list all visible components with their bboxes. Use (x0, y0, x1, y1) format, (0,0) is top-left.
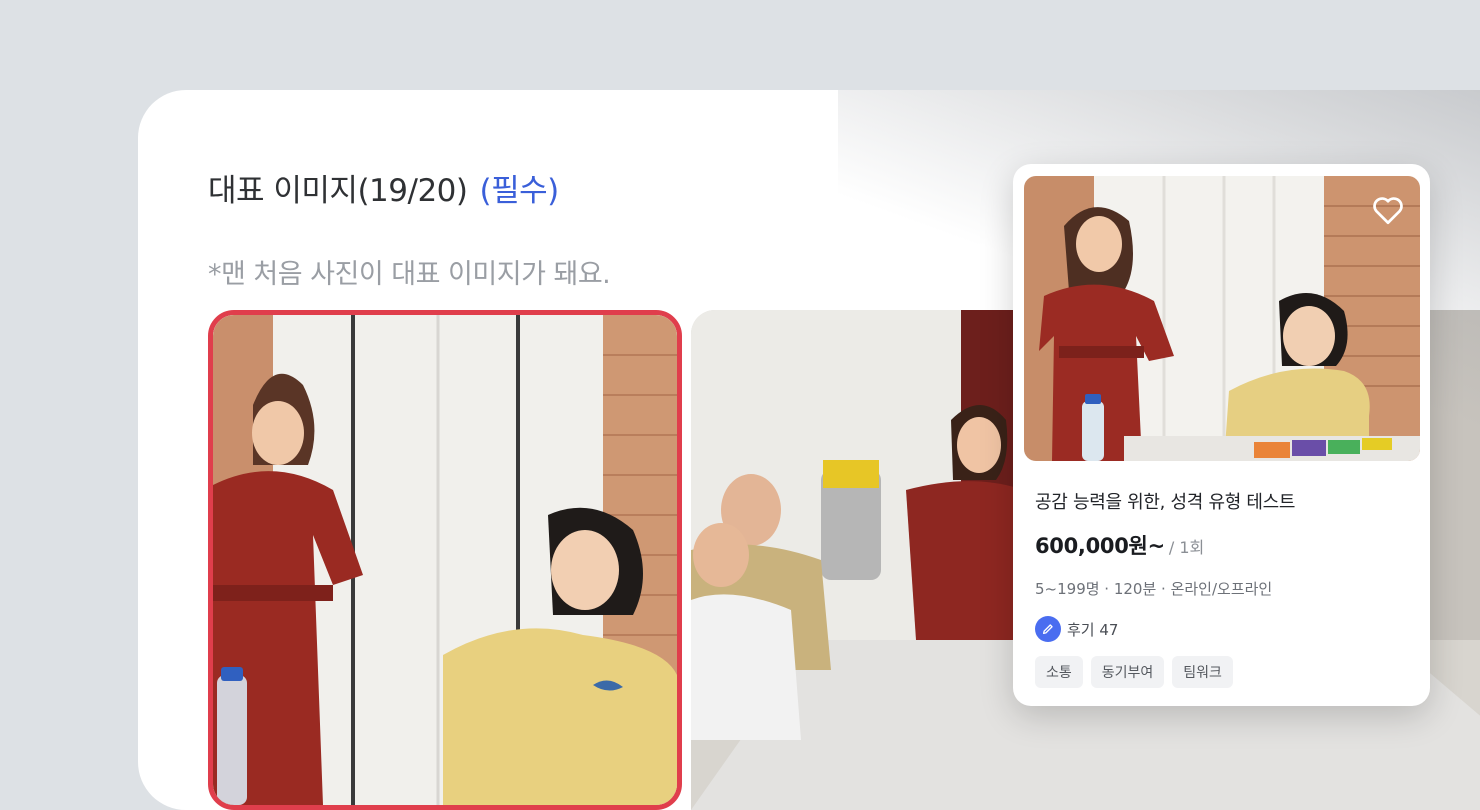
section-title-text: 대표 이미지(19/20) (208, 173, 468, 209)
section-title: 대표 이미지(19/20) (필수) (208, 165, 559, 210)
required-label: (필수) (479, 173, 559, 209)
product-preview-card[interactable]: 공감 능력을 위한, 성격 유형 테스트 600,000원~/ 1회 5~199… (1013, 164, 1430, 706)
tag-chip[interactable]: 소통 (1035, 656, 1083, 688)
tag-list: 소통 동기부여 팀워크 (1035, 656, 1233, 688)
review-label: 후기 47 (1067, 620, 1119, 639)
price: 600,000원~ (1035, 534, 1165, 558)
review-count[interactable]: 후기 47 (1035, 616, 1118, 642)
heart-icon[interactable] (1370, 192, 1406, 228)
card-title: 공감 능력을 위한, 성격 유형 테스트 (1035, 492, 1296, 513)
card-meta: 5~199명 · 120분 · 온라인/오프라인 (1035, 580, 1273, 598)
hint-text: *맨 처음 사진이 대표 이미지가 돼요. (208, 259, 611, 290)
pencil-icon (1035, 616, 1061, 642)
card-photo (1024, 176, 1420, 461)
price-unit: / 1회 (1168, 538, 1205, 557)
main-photo (213, 315, 677, 805)
tag-chip[interactable]: 팀워크 (1172, 656, 1233, 688)
tag-chip[interactable]: 동기부여 (1090, 656, 1165, 688)
price-row: 600,000원~/ 1회 (1035, 530, 1204, 560)
main-image-thumbnail[interactable] (208, 310, 682, 810)
card-image (1024, 176, 1420, 461)
